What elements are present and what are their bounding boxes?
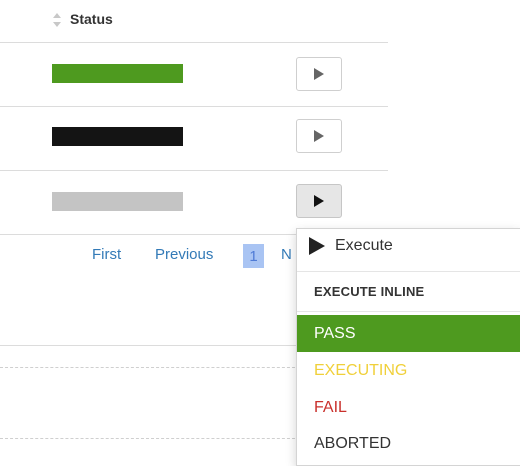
row-divider: [0, 106, 388, 107]
play-icon: [309, 237, 325, 255]
pagination-current-page[interactable]: 1: [243, 244, 264, 268]
menu-item-executing[interactable]: EXECUTING: [297, 352, 520, 389]
play-icon: [314, 195, 324, 207]
divider: [0, 345, 300, 346]
pagination-first[interactable]: First: [92, 246, 121, 263]
execute-button-active[interactable]: [296, 184, 342, 218]
execute-dropdown-menu: Execute EXECUTE INLINE PASS EXECUTING FA…: [296, 228, 520, 466]
status-bar-pass: [52, 64, 183, 83]
dashed-divider: [0, 438, 300, 439]
execute-menu-label: Execute: [335, 237, 393, 254]
play-icon: [314, 130, 324, 142]
play-icon: [314, 68, 324, 80]
menu-divider: [297, 311, 520, 312]
dashed-divider: [0, 367, 300, 368]
divider: [0, 42, 388, 43]
status-bar-unexecuted: [52, 192, 183, 211]
menu-divider: [297, 271, 520, 272]
pagination-previous[interactable]: Previous: [155, 246, 213, 263]
menu-item-pass[interactable]: PASS: [297, 315, 520, 352]
row-divider: [0, 170, 388, 171]
status-column-header[interactable]: Status: [70, 11, 113, 27]
execute-button[interactable]: [296, 119, 342, 153]
pagination-next[interactable]: N: [281, 246, 292, 263]
execute-button[interactable]: [296, 57, 342, 91]
status-bar-aborted: [52, 127, 183, 146]
menu-item-aborted[interactable]: ABORTED: [297, 425, 520, 462]
execute-menu-item[interactable]: Execute: [309, 237, 393, 255]
execute-inline-header: EXECUTE INLINE: [314, 284, 425, 299]
sort-icon[interactable]: [52, 12, 62, 28]
menu-item-fail[interactable]: FAIL: [297, 389, 520, 426]
